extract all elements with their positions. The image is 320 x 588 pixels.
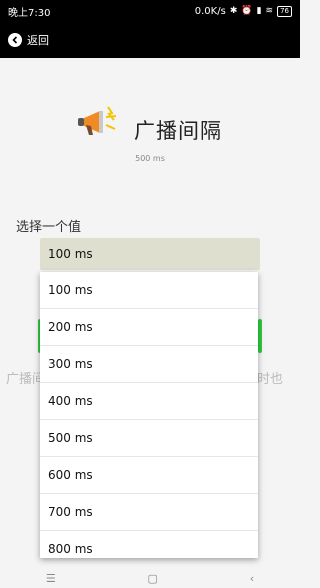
app-bar: 返回	[0, 22, 300, 58]
home-icon[interactable]: ▢	[148, 572, 158, 585]
navigation-bar: ☰ ▢ ‹	[0, 568, 300, 588]
background-toggle-right	[258, 319, 262, 353]
option-700ms[interactable]: 700 ms	[40, 494, 258, 531]
option-100ms[interactable]: 100 ms	[40, 272, 258, 309]
option-500ms[interactable]: 500 ms	[40, 420, 258, 457]
current-interval-value: 500 ms	[135, 154, 165, 163]
option-400ms[interactable]: 400 ms	[40, 383, 258, 420]
alarm-icon: ⏰	[241, 6, 253, 16]
back-icon[interactable]	[8, 33, 22, 47]
option-200ms[interactable]: 200 ms	[40, 309, 258, 346]
megaphone-icon	[78, 106, 117, 135]
option-800ms[interactable]: 800 ms	[40, 531, 258, 558]
back-nav-icon[interactable]: ‹	[250, 572, 254, 585]
signal-icon: ▮	[256, 6, 262, 16]
select-label: 选择一个值	[16, 220, 82, 235]
bluetooth-icon: ✱	[229, 6, 238, 16]
back-button[interactable]: 返回	[27, 32, 49, 48]
option-300ms[interactable]: 300 ms	[40, 346, 258, 383]
network-speed: 0.0K/s	[194, 5, 226, 17]
wifi-icon: ≋	[265, 6, 274, 16]
battery-icon: 76	[277, 5, 292, 17]
status-icons: 0.0K/s ✱ ⏰ ▮ ≋ 76	[194, 5, 292, 17]
dropdown-list[interactable]: 100 ms 200 ms 300 ms 400 ms 500 ms 600 m…	[40, 272, 258, 558]
status-time: 晚上7:30	[8, 7, 51, 19]
menu-icon[interactable]: ☰	[46, 572, 56, 585]
select-current-value[interactable]: 100 ms	[40, 238, 260, 270]
status-bar: 晚上7:30 0.0K/s ✱ ⏰ ▮ ≋ 76	[0, 0, 300, 22]
page-title: 广播间隔	[134, 119, 222, 143]
hero-section: 广播间隔 500 ms	[0, 95, 300, 165]
option-600ms[interactable]: 600 ms	[40, 457, 258, 494]
